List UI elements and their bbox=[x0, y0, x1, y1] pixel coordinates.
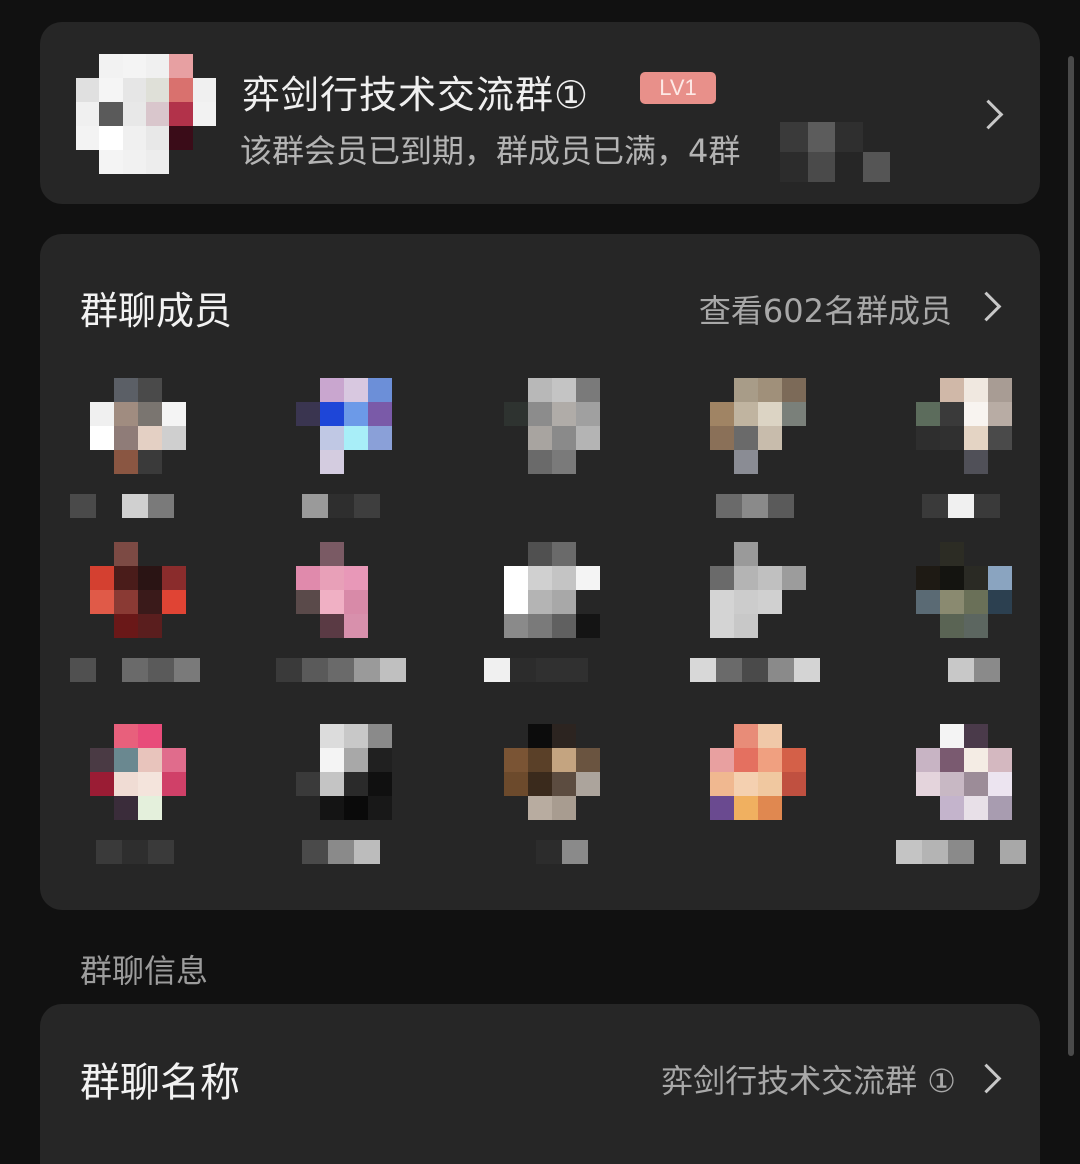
member-name-blurred bbox=[484, 840, 614, 864]
member-name-blurred bbox=[690, 494, 820, 518]
group-name-row[interactable]: 群聊名称 弈剑行技术交流群 ① bbox=[40, 1004, 1040, 1164]
member-avatar bbox=[710, 378, 806, 474]
group-avatar bbox=[76, 54, 216, 174]
member-avatar bbox=[296, 724, 392, 820]
member-name-blurred bbox=[70, 658, 200, 682]
member-name-blurred bbox=[896, 658, 1026, 682]
member-name-blurred bbox=[896, 840, 1026, 864]
member-item[interactable] bbox=[896, 542, 1026, 692]
member-avatar bbox=[710, 724, 806, 820]
member-name-blurred bbox=[276, 658, 406, 682]
member-avatar bbox=[296, 378, 392, 474]
member-avatar bbox=[916, 378, 1012, 474]
member-item[interactable] bbox=[896, 378, 1026, 528]
member-name-blurred bbox=[70, 494, 200, 518]
member-item[interactable] bbox=[276, 542, 406, 692]
chevron-right-icon bbox=[971, 1063, 1002, 1094]
member-avatar bbox=[296, 542, 392, 638]
chevron-right-icon[interactable] bbox=[971, 291, 1002, 322]
member-item[interactable] bbox=[896, 724, 1026, 874]
group-name-row-title: 群聊名称 bbox=[80, 1060, 240, 1106]
member-avatar bbox=[504, 378, 600, 474]
member-name-blurred bbox=[484, 494, 614, 518]
member-avatar bbox=[916, 542, 1012, 638]
member-item[interactable] bbox=[690, 378, 820, 528]
member-item[interactable] bbox=[70, 724, 200, 874]
member-item[interactable] bbox=[276, 724, 406, 874]
member-name-blurred bbox=[896, 494, 1026, 518]
view-all-members-link[interactable]: 查看602名群成员 bbox=[699, 286, 952, 332]
group-info-label: 群聊信息 bbox=[80, 952, 209, 990]
member-avatar bbox=[90, 542, 186, 638]
group-name-row-value: 弈剑行技术交流群 ① bbox=[661, 1062, 956, 1100]
level-badge: LV1 bbox=[640, 72, 716, 104]
member-item[interactable] bbox=[484, 542, 614, 692]
member-item[interactable] bbox=[484, 724, 614, 874]
member-name-blurred bbox=[690, 658, 820, 682]
member-item[interactable] bbox=[690, 724, 820, 874]
member-avatar bbox=[90, 378, 186, 474]
member-item[interactable] bbox=[70, 542, 200, 692]
member-item[interactable] bbox=[276, 378, 406, 528]
blurred-text bbox=[780, 122, 890, 182]
member-avatar bbox=[504, 542, 600, 638]
member-avatar bbox=[90, 724, 186, 820]
group-subtitle: 该群会员已到期，群成员已满，4群 bbox=[240, 132, 741, 170]
chevron-right-icon bbox=[973, 99, 1004, 130]
member-name-blurred bbox=[484, 658, 614, 682]
scrollbar[interactable] bbox=[1068, 56, 1074, 1056]
member-avatar bbox=[710, 542, 806, 638]
member-avatar bbox=[504, 724, 600, 820]
member-item[interactable] bbox=[484, 378, 614, 528]
member-name-blurred bbox=[690, 840, 820, 864]
group-name: 弈剑行技术交流群① bbox=[242, 73, 590, 117]
member-name-blurred bbox=[276, 840, 406, 864]
member-avatar bbox=[916, 724, 1012, 820]
member-name-blurred bbox=[70, 840, 200, 864]
member-item[interactable] bbox=[690, 542, 820, 692]
member-name-blurred bbox=[276, 494, 406, 518]
member-item[interactable] bbox=[70, 378, 200, 528]
group-header-card[interactable]: 弈剑行技术交流群① LV1 该群会员已到期，群成员已满，4群 bbox=[40, 22, 1040, 204]
members-card: 群聊成员 查看602名群成员 bbox=[40, 234, 1040, 910]
members-title: 群聊成员 bbox=[80, 289, 233, 333]
